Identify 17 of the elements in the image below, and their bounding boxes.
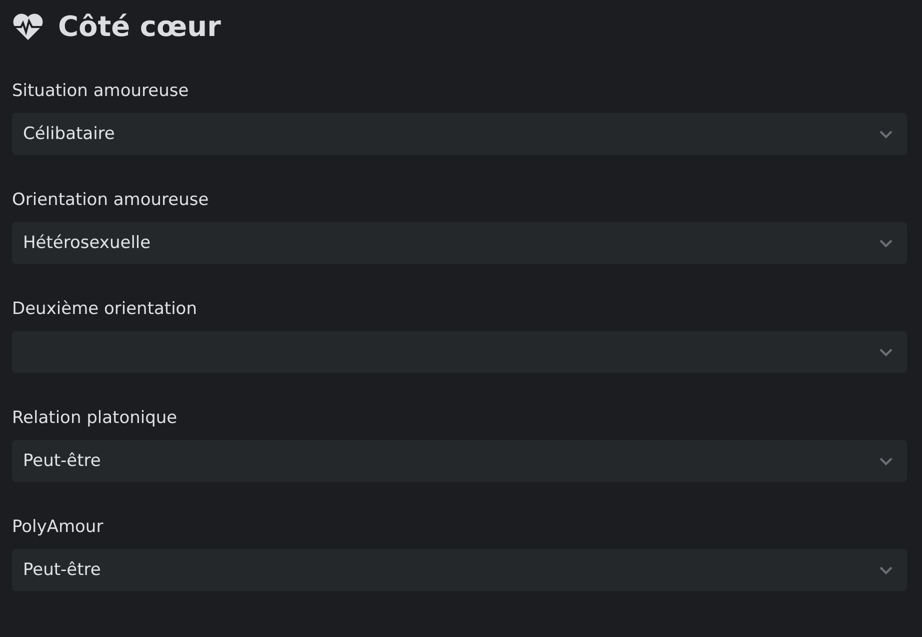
heartbeat-icon — [12, 13, 44, 41]
field-label: PolyAmour — [12, 516, 104, 538]
dropdown-select[interactable]: Hétérosexuelle — [12, 222, 907, 264]
chevron-down-icon — [879, 130, 893, 138]
field-label: Deuxième orientation — [12, 298, 198, 320]
field-label: Relation platonique — [12, 407, 178, 429]
chevron-down-icon — [879, 238, 893, 248]
dropdown-select[interactable]: Peut-être — [12, 440, 907, 482]
chevron-down-icon — [879, 566, 893, 574]
field-label: Situation amoureuse — [12, 80, 190, 102]
chevron-down-icon — [879, 348, 893, 356]
dropdown-select[interactable] — [12, 331, 907, 373]
chevron-down-icon — [879, 456, 893, 466]
section-title: Côté cœur — [58, 9, 221, 45]
dropdown-select[interactable]: Peut-être — [12, 549, 907, 591]
dropdown-select[interactable]: Célibataire — [12, 113, 907, 155]
field-label: Orientation amoureuse — [12, 189, 210, 211]
